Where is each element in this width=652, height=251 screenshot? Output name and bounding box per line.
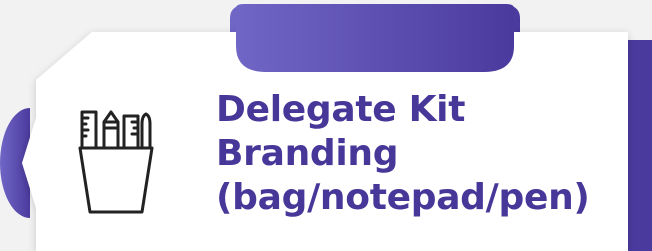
card-title-line-2: Branding [216, 133, 399, 174]
branding-card-stage: Delegate Kit Branding (bag/notepad/pen) [0, 0, 652, 251]
card-title-line-1: Delegate Kit [216, 89, 466, 130]
card-title-line-3: (bag/notepad/pen) [216, 177, 590, 218]
card-title: Delegate Kit Branding (bag/notepad/pen) [216, 88, 636, 220]
stationery-cup-icon [78, 110, 154, 214]
header-pill [236, 4, 514, 72]
